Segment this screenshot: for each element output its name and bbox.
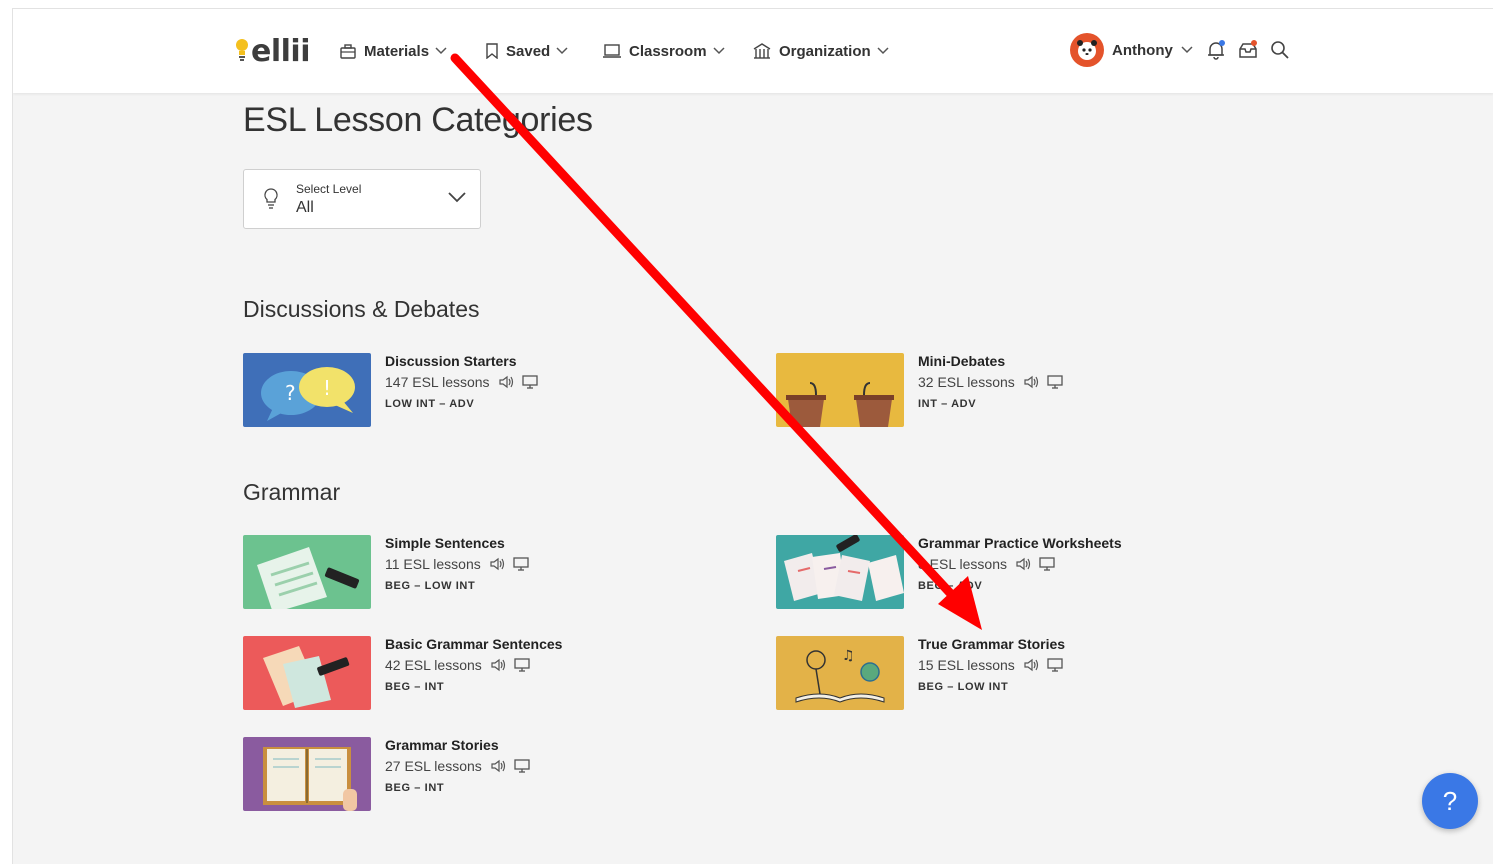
chevron-down-icon: [556, 47, 568, 55]
category-card-grammar-practice-worksheets[interactable]: Grammar Practice Worksheets 8 ESL lesson…: [776, 535, 1236, 611]
monitor-icon: [514, 759, 530, 773]
level-select-label: Select Level: [296, 182, 362, 196]
lesson-count: 42 ESL lessons: [385, 657, 482, 673]
lightbulb-icon: [264, 188, 278, 209]
speaker-icon: [490, 557, 504, 571]
category-thumbnail: [243, 737, 371, 811]
lesson-count: 15 ESL lessons: [918, 657, 1015, 673]
building-icon: [753, 43, 771, 59]
lesson-count: 11 ESL lessons: [385, 556, 481, 572]
section-title-discussions: Discussions & Debates: [243, 296, 480, 322]
monitor-icon: [1047, 375, 1063, 389]
briefcase-icon: [340, 43, 356, 59]
search-icon[interactable]: [1269, 39, 1291, 61]
lightbulb-icon: [236, 39, 248, 61]
svg-text:♫: ♫: [842, 648, 855, 664]
card-meta: 42 ESL lessons: [385, 657, 530, 673]
brand-name: ellii: [251, 33, 310, 69]
speaker-icon: [491, 658, 505, 672]
card-meta: 15 ESL lessons: [918, 657, 1063, 673]
card-title: Grammar Practice Worksheets: [918, 535, 1122, 551]
speaker-icon: [1016, 557, 1031, 571]
chevron-down-icon: [1181, 46, 1193, 54]
chevron-down-icon: [713, 47, 725, 55]
nav-saved-label: Saved: [506, 42, 551, 60]
lesson-count: 27 ESL lessons: [385, 758, 482, 774]
chevron-down-icon: [877, 47, 889, 55]
level-range: BEG – INT: [385, 681, 445, 693]
nav-saved[interactable]: Saved: [486, 37, 568, 65]
card-meta: 32 ESL lessons: [918, 374, 1063, 390]
monitor-icon: [521, 375, 538, 389]
level-select[interactable]: Select Level All: [243, 169, 481, 229]
category-card-mini-debates[interactable]: Mini-Debates 32 ESL lessons INT – ADV: [776, 353, 1236, 429]
category-thumbnail: [776, 535, 904, 609]
monitor-icon: [514, 658, 530, 672]
speaker-icon: [491, 759, 505, 773]
lesson-count: 8 ESL lessons: [918, 556, 1007, 572]
speaker-icon: [1024, 375, 1038, 389]
level-range: BEG – ADV: [918, 580, 983, 592]
card-title: True Grammar Stories: [918, 636, 1066, 652]
card-title: Mini-Debates: [918, 353, 1006, 369]
lesson-count: 32 ESL lessons: [918, 374, 1015, 390]
category-thumbnail: ♫: [776, 636, 904, 710]
svg-text:!: !: [323, 376, 331, 400]
level-range: BEG – LOW INT: [385, 580, 476, 592]
card-title: Simple Sentences: [385, 535, 505, 551]
user-menu[interactable]: Anthony: [1070, 31, 1193, 69]
monitor-icon: [513, 557, 529, 571]
category-thumbnail: [776, 353, 904, 427]
card-title: Discussion Starters: [385, 353, 517, 369]
nav-organization[interactable]: Organization: [753, 37, 889, 65]
nav-materials[interactable]: Materials: [340, 37, 447, 65]
level-range: LOW INT – ADV: [385, 398, 475, 410]
section-title-grammar: Grammar: [243, 479, 341, 505]
top-navbar: ellii Materials Saved Classroom Organiza…: [13, 9, 1493, 93]
monitor-icon: [1039, 557, 1055, 571]
category-card-simple-sentences[interactable]: Simple Sentences 11 ESL lessons BEG – LO…: [243, 535, 703, 611]
category-thumbnail: [243, 636, 371, 710]
bell-icon[interactable]: [1205, 39, 1227, 61]
card-title: Basic Grammar Sentences: [385, 636, 563, 652]
speaker-icon: [1024, 658, 1038, 672]
category-thumbnail: ? !: [243, 353, 371, 427]
inbox-icon[interactable]: [1237, 39, 1259, 61]
app-window: ellii Materials Saved Classroom Organiza…: [12, 8, 1493, 864]
category-card-true-grammar-stories[interactable]: ♫ True Grammar Stories 15 ESL lessons BE…: [776, 636, 1236, 712]
nav-organization-label: Organization: [779, 42, 871, 60]
page-title: ESL Lesson Categories: [243, 101, 593, 139]
svg-text:?: ?: [285, 381, 296, 405]
chevron-down-icon: [448, 192, 466, 203]
card-meta: 11 ESL lessons: [385, 556, 529, 572]
nav-materials-label: Materials: [364, 42, 430, 60]
bookmark-icon: [486, 43, 498, 59]
nav-classroom-label: Classroom: [629, 42, 707, 60]
category-card-basic-grammar-sentences[interactable]: Basic Grammar Sentences 42 ESL lessons B…: [243, 636, 703, 712]
chevron-down-icon: [435, 47, 447, 55]
level-range: BEG – INT: [385, 782, 445, 794]
laptop-icon: [603, 44, 621, 58]
card-meta: 147 ESL lessons: [385, 374, 538, 390]
monitor-icon: [1047, 658, 1063, 672]
help-button[interactable]: ?: [1422, 773, 1478, 829]
level-range: INT – ADV: [918, 398, 977, 410]
level-range: BEG – LOW INT: [918, 681, 1009, 693]
user-name: Anthony: [1112, 41, 1173, 59]
level-select-value: All: [296, 199, 314, 216]
speaker-icon: [498, 375, 513, 389]
ellii-logo[interactable]: ellii: [235, 31, 310, 71]
card-title: Grammar Stories: [385, 737, 499, 753]
category-card-grammar-stories[interactable]: Grammar Stories 27 ESL lessons BEG – INT: [243, 737, 703, 813]
lesson-count: 147 ESL lessons: [385, 374, 490, 390]
avatar: [1070, 33, 1104, 67]
card-meta: 27 ESL lessons: [385, 758, 530, 774]
card-meta: 8 ESL lessons: [918, 556, 1055, 572]
panda-avatar-icon: [1077, 40, 1097, 60]
nav-classroom[interactable]: Classroom: [603, 37, 725, 65]
category-card-discussion-starters[interactable]: ? ! Discussion Starters 147 ESL lessons …: [243, 353, 703, 429]
category-thumbnail: [243, 535, 371, 609]
